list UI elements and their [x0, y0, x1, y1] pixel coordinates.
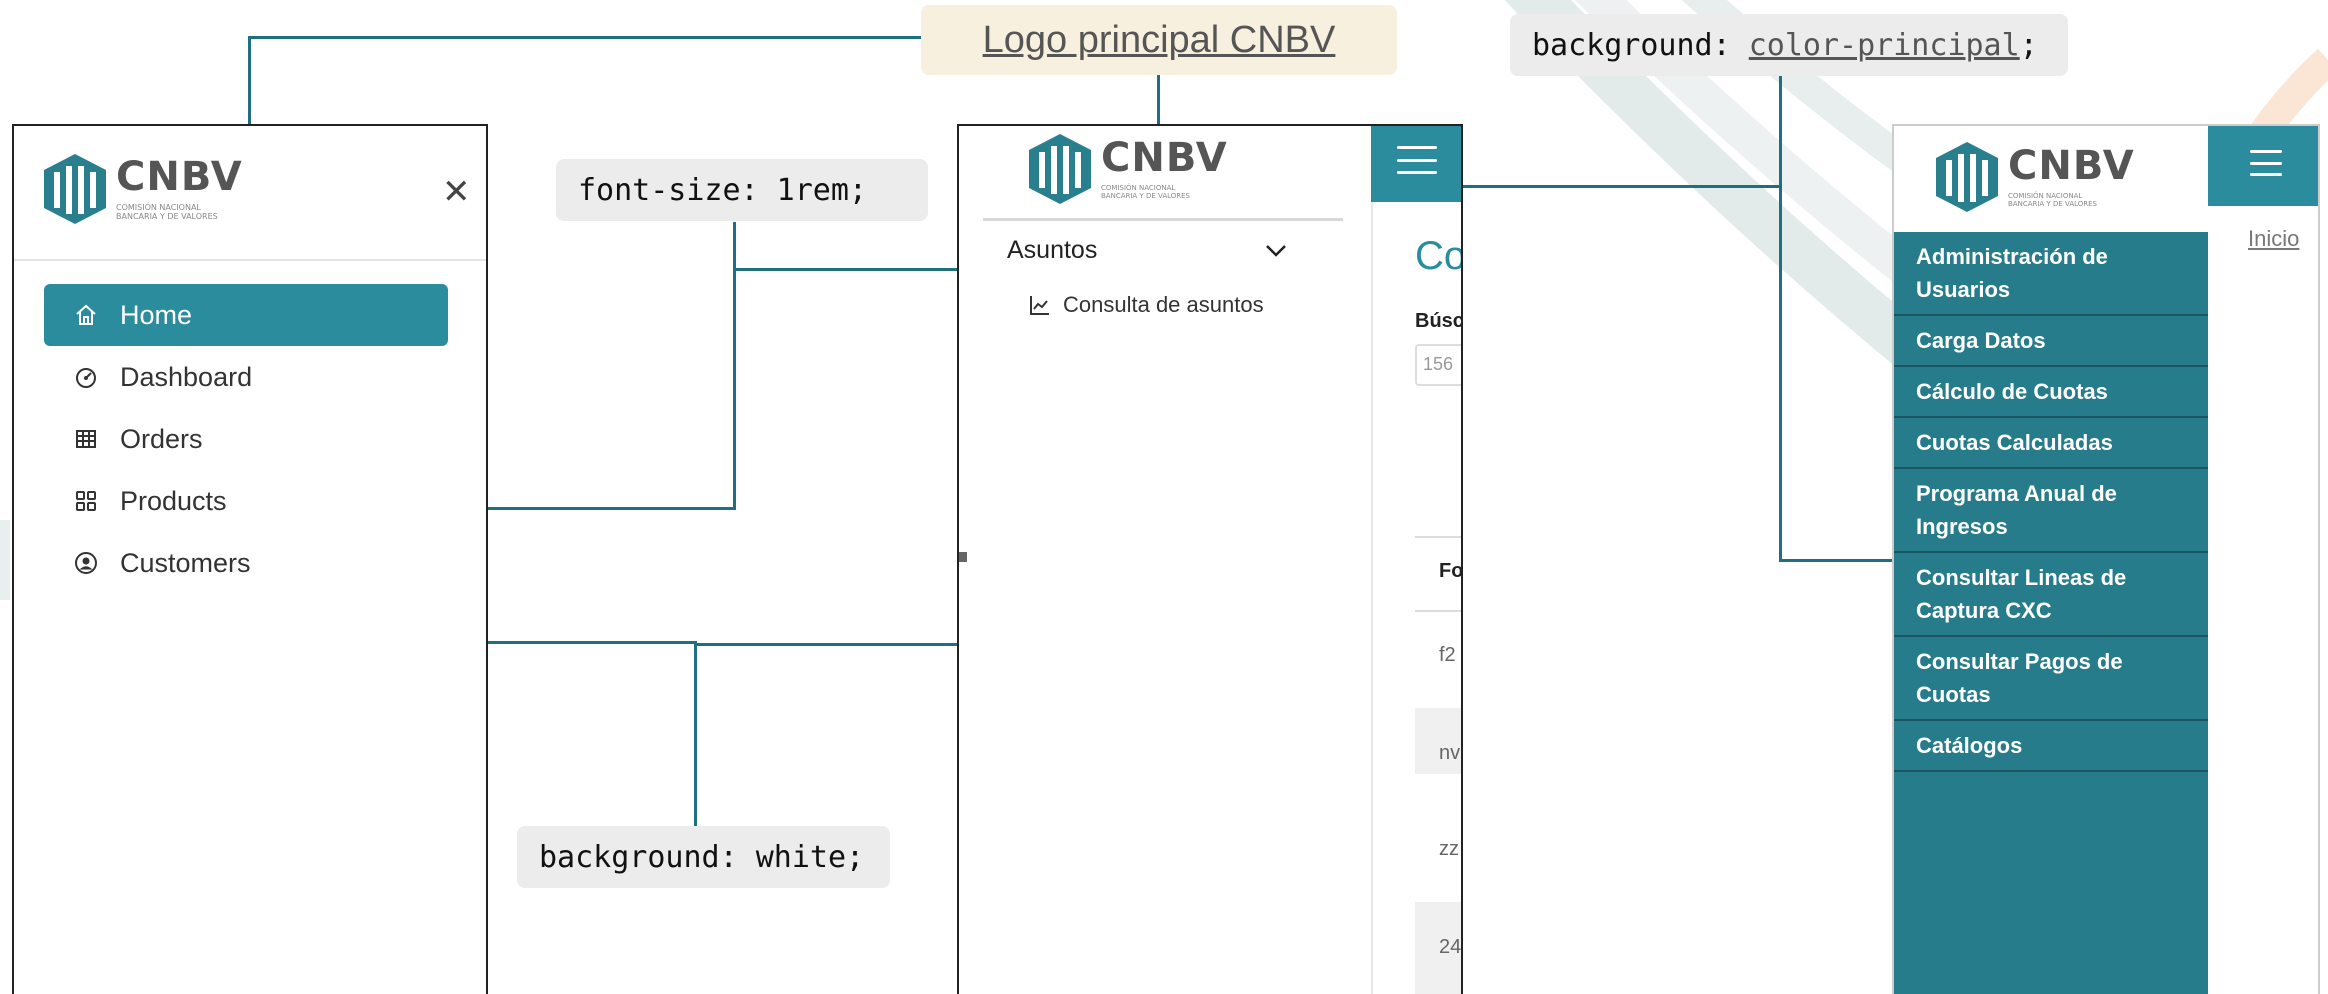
- chart-line-icon: [1030, 296, 1049, 315]
- divider: [983, 218, 1343, 221]
- hamburger-icon[interactable]: [2250, 150, 2282, 176]
- menu-item-calculo-cuotas[interactable]: Cálculo de Cuotas: [1894, 367, 2208, 418]
- resize-handle[interactable]: [959, 552, 967, 562]
- cnbv-logo: CNBV COMISIÓN NACIONAL BANCARIA Y DE VAL…: [1027, 132, 1228, 206]
- logo-annotation: Logo principal CNBV: [921, 5, 1397, 75]
- font-size-annotation: font-size: 1rem;: [556, 159, 928, 221]
- logo-brand-text: CNBV: [1101, 134, 1228, 181]
- nav-item-customers[interactable]: Customers: [44, 532, 448, 594]
- table-row[interactable]: zz: [1439, 838, 1459, 861]
- cnbv-emblem-icon: [44, 154, 106, 224]
- sidebar-panel-white: CNBV COMISIÓN NACIONAL BANCARIA Y DE VAL…: [12, 124, 488, 994]
- hamburger-icon[interactable]: [1397, 146, 1437, 174]
- menu-item-catalogos[interactable]: Catálogos: [1894, 721, 2208, 772]
- grid-icon: [70, 485, 102, 517]
- cnbv-emblem-icon: [1029, 134, 1091, 204]
- table-icon: [70, 423, 102, 455]
- nav-item-dashboard[interactable]: Dashboard: [44, 346, 448, 408]
- nav-item-orders[interactable]: Orders: [44, 408, 448, 470]
- dashboard-icon: [70, 361, 102, 393]
- cnbv-emblem-icon: [1936, 142, 1998, 212]
- background-white-annotation: background: white;: [517, 826, 890, 888]
- connector-line: [248, 36, 251, 124]
- connector-line: [488, 641, 697, 644]
- menu-item-programa-anual-ingresos[interactable]: Programa Anual de Ingresos: [1894, 469, 2208, 553]
- sidebar-panel-primary: CNBV COMISIÓN NACIONAL BANCARIA Y DE VAL…: [1892, 124, 2320, 994]
- nav-item-products[interactable]: Products: [44, 470, 448, 532]
- connector-line: [694, 643, 957, 646]
- connector-line: [694, 641, 697, 826]
- nav-item-home[interactable]: Home: [44, 284, 448, 346]
- sidebar-panel-accordion: CNBV COMISIÓN NACIONAL BANCARIA Y DE VAL…: [957, 124, 1463, 994]
- divider: [1371, 202, 1373, 994]
- top-bar: [1371, 126, 1461, 202]
- cnbv-logo: CNBV COMISIÓN NACIONAL BANCARIA Y DE VAL…: [42, 152, 243, 226]
- logo-subtitle-line2: BANCARIA Y DE VALORES: [2008, 200, 2098, 208]
- connector-line: [733, 268, 985, 271]
- menu-item-cuotas-calculadas[interactable]: Cuotas Calculadas: [1894, 418, 2208, 469]
- search-label: Búsc: [1415, 310, 1463, 332]
- connector-line: [248, 36, 921, 39]
- connector-line: [1779, 559, 1892, 562]
- table-row-text: nv: [1439, 742, 1461, 764]
- submenu-item-consulta-asuntos[interactable]: Consulta de asuntos: [1029, 292, 1264, 318]
- close-icon[interactable]: ✕: [442, 172, 471, 212]
- divider: [1415, 536, 1461, 538]
- connector-line: [1463, 185, 1781, 188]
- table-row[interactable]: f2: [1439, 644, 1456, 667]
- chevron-down-icon: [1266, 244, 1286, 257]
- connector-line: [733, 222, 736, 510]
- accordion-asuntos[interactable]: Asuntos: [1007, 236, 1287, 265]
- logo-subtitle-line1: COMISIÓN NACIONAL: [116, 202, 201, 212]
- connector-line: [1779, 76, 1782, 561]
- menu-item-consultar-pagos-cuotas[interactable]: Consultar Pagos de Cuotas: [1894, 637, 2208, 721]
- logo-subtitle-line2: BANCARIA Y DE VALORES: [116, 212, 218, 221]
- breadcrumb[interactable]: Inicio: [2248, 226, 2299, 252]
- menu-item-consultar-lineas-captura[interactable]: Consultar Lineas de Captura CXC: [1894, 553, 2208, 637]
- page-title: Co: [1415, 234, 1463, 278]
- background-color-annotation: background: color-principal;: [1510, 14, 2068, 76]
- sidebar-menu: Administración de Usuarios Carga Datos C…: [1894, 232, 2208, 994]
- divider: [14, 259, 486, 261]
- user-circle-icon: [70, 547, 102, 579]
- cnbv-logo: CNBV COMISIÓN NACIONAL BANCARIA Y DE VAL…: [1934, 140, 2135, 214]
- top-bar: [2208, 126, 2318, 206]
- table-header: Fo: [1439, 560, 1463, 582]
- logo-brand-text: CNBV: [2008, 142, 2135, 189]
- menu-item-carga-datos[interactable]: Carga Datos: [1894, 316, 2208, 367]
- menu-item-administracion-usuarios[interactable]: Administración de Usuarios: [1894, 232, 2208, 316]
- logo-subtitle-line1: COMISIÓN NACIONAL: [2008, 191, 2083, 200]
- logo-brand-text: CNBV: [116, 153, 243, 200]
- connector-line: [1157, 75, 1160, 124]
- home-icon: [70, 299, 102, 331]
- divider: [1415, 610, 1461, 612]
- search-input[interactable]: 156: [1415, 344, 1461, 386]
- logo-subtitle-line1: COMISIÓN NACIONAL: [1101, 183, 1176, 192]
- logo-subtitle-line2: BANCARIA Y DE VALORES: [1101, 192, 1191, 200]
- sidebar-nav: Home Dashboard Orders Products Customers: [44, 284, 448, 594]
- table-row-text: 24: [1439, 936, 1462, 958]
